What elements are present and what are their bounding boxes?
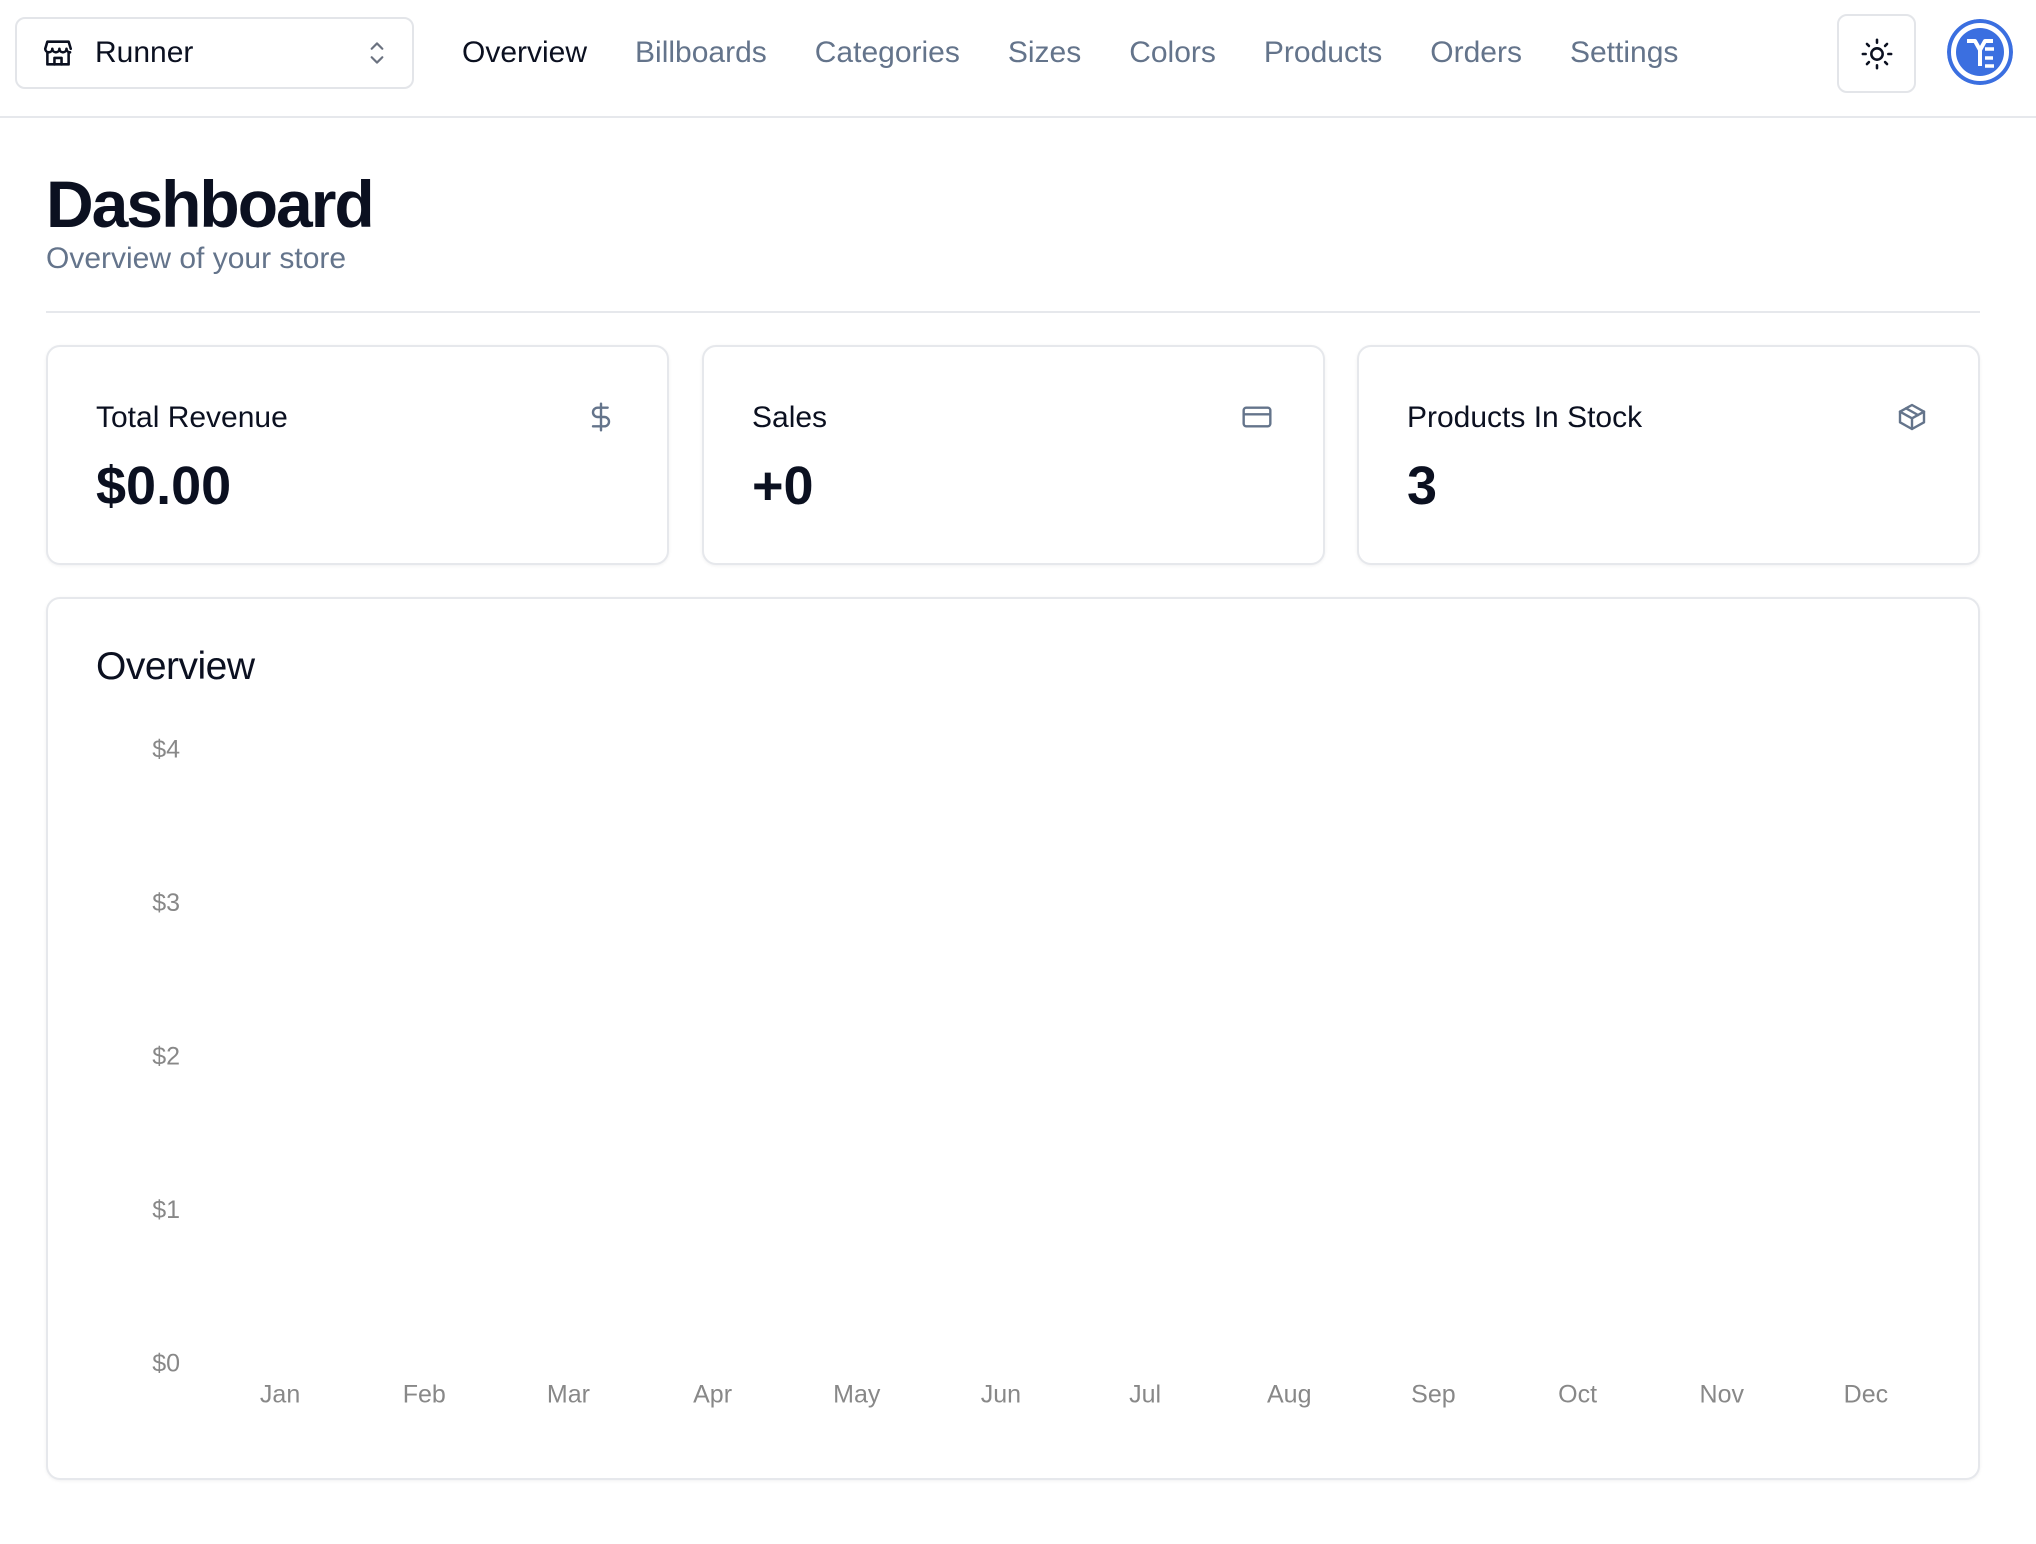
main-nav: Overview Billboards Categories Sizes Col… <box>462 0 1678 106</box>
x-tick-label: Jul <box>1129 1381 1161 1409</box>
x-tick-label: Apr <box>693 1381 732 1409</box>
stat-value: $0.00 <box>96 456 232 516</box>
y-tick-label: $2 <box>152 1043 180 1071</box>
store-switcher-button[interactable]: Runner <box>15 17 414 89</box>
x-tick-label: Aug <box>1267 1381 1311 1409</box>
store-icon <box>43 40 73 66</box>
theme-toggle-button[interactable] <box>1837 14 1916 93</box>
x-tick-label: Jan <box>260 1381 300 1409</box>
x-tick-label: Oct <box>1558 1381 1597 1409</box>
store-name: Runner <box>95 36 194 69</box>
sun-icon <box>1861 38 1892 69</box>
dollar-icon <box>591 402 611 432</box>
package-icon <box>1898 403 1926 431</box>
nav-products[interactable]: Products <box>1264 36 1382 70</box>
credit-card-icon <box>1242 406 1272 428</box>
x-tick-label: Dec <box>1844 1381 1888 1409</box>
stat-value: 3 <box>1407 456 1438 516</box>
x-tick-label: May <box>833 1381 881 1409</box>
overview-bar-chart: $0 $1 $2 $3 $4 Jan Feb Mar Apr May Jun Jul Aug Sep Oct… <box>152 736 1888 1409</box>
y-tick-label: $4 <box>152 736 180 764</box>
x-tick-label: Sep <box>1411 1381 1455 1409</box>
top-navbar: Runner Overview Billboards Categories Si… <box>0 0 2036 118</box>
nav-categories[interactable]: Categories <box>815 36 960 70</box>
y-tick-label: $3 <box>152 889 180 917</box>
stat-label: Sales <box>752 401 828 434</box>
nav-overview[interactable]: Overview <box>462 36 587 70</box>
x-tick-label: Jun <box>981 1381 1021 1409</box>
nav-billboards[interactable]: Billboards <box>635 36 767 70</box>
stat-card-total-revenue: Total Revenue $0.00 <box>46 345 669 565</box>
x-tick-label: Mar <box>547 1381 590 1409</box>
y-tick-label: $1 <box>152 1196 180 1224</box>
x-tick-label: Nov <box>1700 1381 1745 1409</box>
page-title: Dashboard <box>46 167 375 241</box>
page-subtitle: Overview of your store <box>46 242 347 275</box>
x-tick-label: Feb <box>403 1381 446 1409</box>
stat-label: Products In Stock <box>1407 401 1643 434</box>
stat-value: +0 <box>752 456 814 516</box>
nav-orders[interactable]: Orders <box>1430 36 1522 70</box>
stat-label: Total Revenue <box>96 401 288 434</box>
nav-colors[interactable]: Colors <box>1129 36 1216 70</box>
chevrons-up-down-icon <box>370 42 384 64</box>
header-divider <box>46 311 1980 313</box>
overview-chart-card: Overview $0 $1 $2 $3 $4 Jan Feb Mar Apr May Jun Jul… <box>46 597 1980 1480</box>
stat-card-products-in-stock: Products In Stock 3 <box>1357 345 1980 565</box>
user-avatar-icon[interactable] <box>1947 19 2013 85</box>
stat-card-sales: Sales +0 <box>702 345 1325 565</box>
nav-sizes[interactable]: Sizes <box>1008 36 1081 70</box>
nav-settings[interactable]: Settings <box>1570 36 1678 70</box>
y-tick-label: $0 <box>152 1350 180 1378</box>
